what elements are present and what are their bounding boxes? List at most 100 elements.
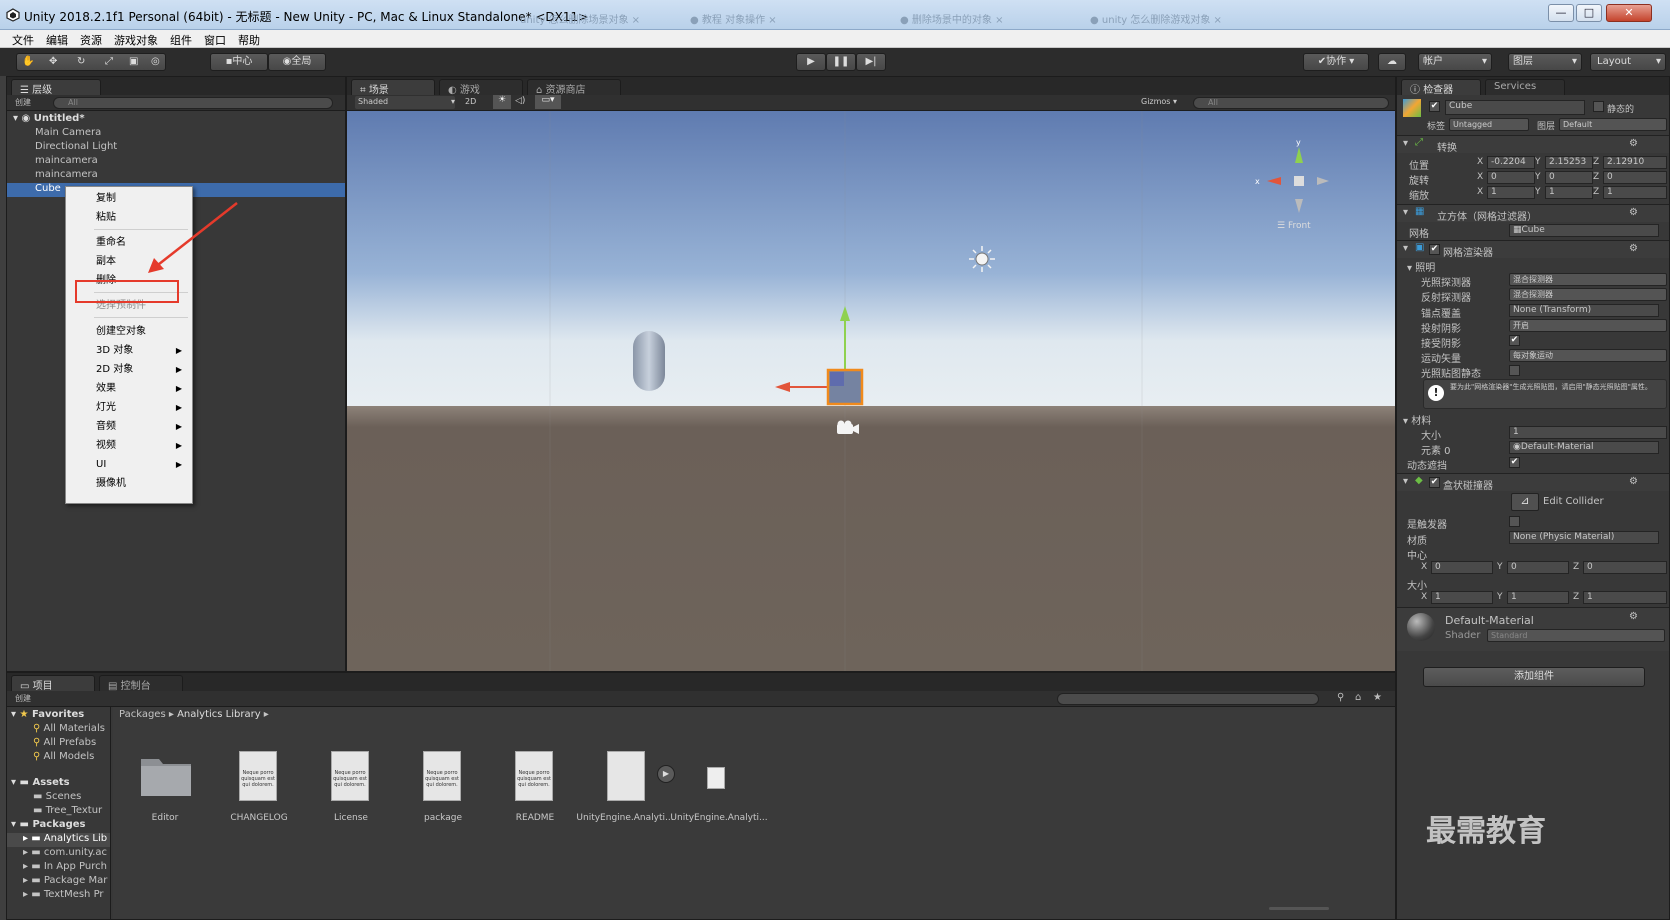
position-y-field[interactable]: 2.15253 (1545, 156, 1593, 169)
scene-search-input[interactable]: All (1193, 97, 1389, 109)
step-button[interactable]: ▶| (856, 53, 886, 71)
text-document-icon[interactable]: Neque porro quisquam est qui dolorem. (239, 751, 277, 801)
rect-tool-icon[interactable]: ▣ (129, 54, 138, 70)
text-document-icon[interactable]: Neque porro quisquam est qui dolorem. (515, 751, 553, 801)
folder-item[interactable]: ▬ Tree_Textur (33, 805, 102, 819)
package-item[interactable]: ▸ ▬ com.unity.ac (23, 847, 107, 861)
menu-item-video[interactable]: 视频 ▶ (66, 436, 192, 455)
breadcrumb-item[interactable]: Packages (119, 709, 166, 720)
shader-dropdown[interactable]: Standard (1487, 629, 1665, 642)
lightmap-static-checkbox[interactable] (1509, 365, 1520, 376)
favorites-header[interactable]: ▾ ★ Favorites (11, 709, 84, 723)
menu-help[interactable]: 帮助 (232, 30, 266, 48)
tab-console[interactable]: ▤ 控制台 (99, 675, 183, 692)
text-document-icon[interactable]: Neque porro quisquam est qui dolorem. (423, 751, 461, 801)
assets-header[interactable]: ▾ ▬ Assets (11, 777, 70, 791)
size-x-field[interactable]: 1 (1431, 591, 1493, 604)
center-y-field[interactable]: 0 (1507, 561, 1569, 574)
menu-assets[interactable]: 资源 (74, 30, 108, 48)
menu-item-light[interactable]: 灯光 ▶ (66, 398, 192, 417)
menu-file[interactable]: 文件 (6, 30, 40, 48)
edit-collider-button[interactable]: ⊿ (1511, 493, 1539, 511)
dll-file-icon[interactable] (607, 751, 645, 801)
rotation-y-field[interactable]: 0 (1545, 171, 1593, 184)
cloud-icon[interactable]: ☁ (1378, 53, 1406, 71)
play-button[interactable]: ▶ (796, 53, 826, 71)
scale-y-field[interactable]: 1 (1545, 186, 1593, 199)
capsule-object[interactable] (633, 331, 665, 391)
effects-dropdown-icon[interactable]: ▭▾ (535, 95, 561, 109)
audio-toggle-icon[interactable]: ◁) (515, 96, 525, 106)
tab-game[interactable]: ◐ 游戏 (439, 79, 523, 96)
move-tool-icon[interactable]: ✥ (49, 54, 57, 70)
maximize-button[interactable]: □ (1576, 4, 1602, 22)
icon-size-slider[interactable] (1269, 907, 1329, 910)
static-checkbox[interactable] (1593, 101, 1604, 112)
rotate-tool-icon[interactable]: ↻ (77, 54, 85, 70)
active-checkbox[interactable]: ✔ (1429, 101, 1440, 112)
scale-x-field[interactable]: 1 (1487, 186, 1535, 199)
menu-item-ui[interactable]: UI ▶ (66, 455, 192, 474)
tab-scene[interactable]: ⌗ 场景 (351, 79, 435, 96)
menu-item-camera[interactable]: 摄像机 (66, 474, 192, 493)
file-icon[interactable] (707, 767, 725, 789)
scale-tool-icon[interactable]: ⤢ (105, 54, 113, 70)
packages-header[interactable]: ▾ ▬ Packages (11, 819, 85, 833)
element-field[interactable]: ◉Default-Material (1509, 441, 1659, 454)
hierarchy-search-input[interactable]: All (53, 97, 333, 109)
menu-edit[interactable]: 编辑 (40, 30, 74, 48)
lighting-toggle-icon[interactable]: ☀ (493, 95, 511, 109)
menu-gameobject[interactable]: 游戏对象 (108, 30, 164, 48)
asset-tile[interactable] (137, 751, 197, 811)
expand-play-icon[interactable]: ▶ (657, 765, 675, 783)
light-probes-dropdown[interactable]: 混合探测器 (1509, 273, 1667, 286)
create-dropdown[interactable]: 创建 (15, 693, 31, 704)
minimize-button[interactable]: — (1548, 4, 1574, 22)
settings-gear-icon[interactable]: ⚙ (1629, 207, 1638, 218)
filter-type-icon[interactable]: ⚲ (1337, 692, 1344, 703)
tab-project[interactable]: ▭ 项目 (11, 675, 95, 692)
tag-dropdown[interactable]: Untagged (1449, 118, 1529, 131)
package-item[interactable]: ▸ ▬ Package Mar (23, 875, 107, 889)
favorite-star-icon[interactable]: ★ (1373, 692, 1382, 703)
scene-header[interactable]: ▾ ◉ Untitled* (7, 113, 345, 127)
collider-material-field[interactable]: None (Physic Material) (1509, 531, 1659, 544)
collab-dropdown[interactable]: ✔协作 ▾ (1303, 53, 1369, 71)
menu-window[interactable]: 窗口 (198, 30, 232, 48)
space-toggle[interactable]: ◉全局 (268, 53, 326, 71)
menu-item-create-empty[interactable]: 创建空对象 (66, 322, 192, 341)
reflection-probes-dropdown[interactable]: 混合探测器 (1509, 288, 1667, 301)
pause-button[interactable]: ❚❚ (826, 53, 856, 71)
transform-header[interactable]: ▾ ⤢ 转换 ⚙ (1397, 135, 1669, 154)
settings-gear-icon[interactable]: ⚙ (1629, 243, 1638, 254)
tab-inspector[interactable]: ⓘ 检查器 (1401, 79, 1481, 96)
favorite-item[interactable]: ⚲ All Materials (33, 723, 105, 737)
menu-item-2d-object[interactable]: 2D 对象 ▶ (66, 360, 192, 379)
menu-item-3d-object[interactable]: 3D 对象 ▶ (66, 341, 192, 360)
settings-gear-icon[interactable]: ⚙ (1629, 476, 1638, 487)
add-component-button[interactable]: 添加组件 (1423, 667, 1645, 687)
position-x-field[interactable]: -0.2204 (1487, 156, 1535, 169)
rotation-x-field[interactable]: 0 (1487, 171, 1535, 184)
favorite-item[interactable]: ⚲ All Models (33, 751, 94, 765)
filter-label-icon[interactable]: ⌂ (1355, 692, 1361, 703)
materials-size-field[interactable]: 1 (1509, 426, 1667, 439)
position-z-field[interactable]: 2.12910 (1603, 156, 1667, 169)
dynamic-occlusion-checkbox[interactable]: ✔ (1509, 457, 1520, 468)
box-collider-header[interactable]: ▾ ◆ ✔ 盒状碰撞器 ⚙ (1397, 473, 1669, 492)
tab-asset-store[interactable]: ⌂ 资源商店 (527, 79, 621, 96)
hierarchy-item[interactable]: maincamera (7, 169, 345, 183)
scale-z-field[interactable]: 1 (1603, 186, 1667, 199)
package-item[interactable]: ▸ ▬ TextMesh Pr (23, 889, 104, 903)
gizmos-dropdown[interactable]: Gizmos ▾ (1141, 97, 1177, 106)
text-document-icon[interactable]: Neque porro quisquam est qui dolorem. (331, 751, 369, 801)
anchor-override-field[interactable]: None (Transform) (1509, 304, 1659, 317)
size-z-field[interactable]: 1 (1583, 591, 1667, 604)
cast-shadows-dropdown[interactable]: 开启 (1509, 319, 1667, 332)
layers-dropdown[interactable]: 图层 ▾ (1508, 53, 1582, 71)
close-button[interactable]: ✕ (1606, 4, 1652, 22)
mesh-renderer-header[interactable]: ▾ ▣ ✔ 网格渲染器 ⚙ (1397, 240, 1669, 259)
2d-toggle[interactable]: 2D (465, 97, 476, 106)
layer-dropdown[interactable]: Default (1559, 118, 1667, 131)
center-z-field[interactable]: 0 (1583, 561, 1667, 574)
